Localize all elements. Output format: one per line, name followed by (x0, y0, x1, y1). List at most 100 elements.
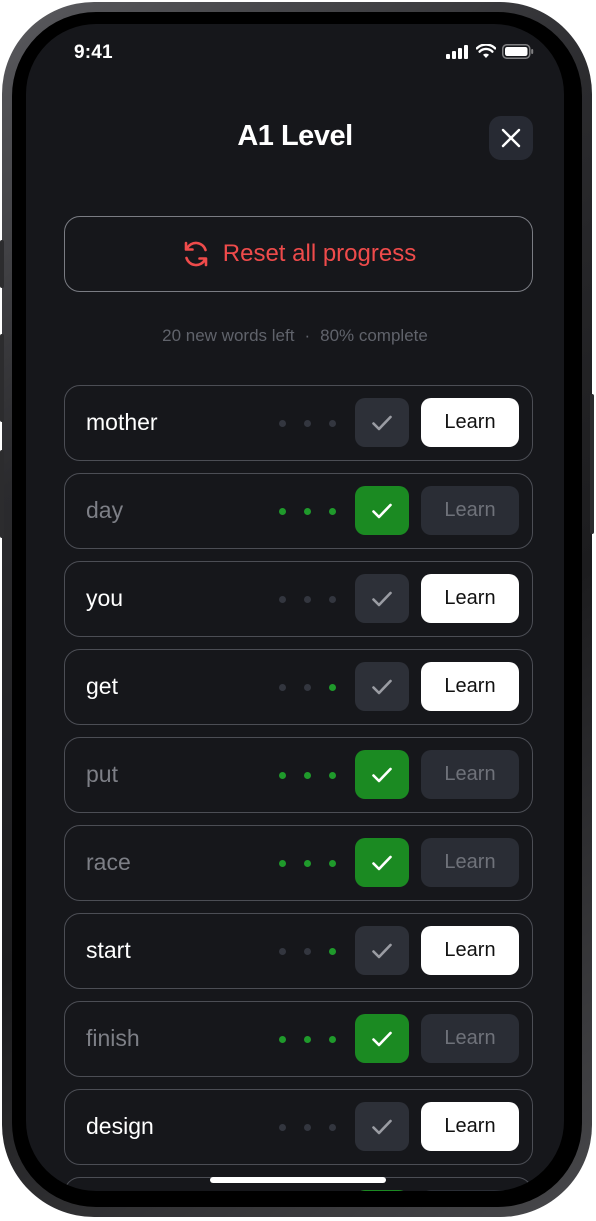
battery-icon (502, 44, 534, 59)
percent-complete-text: 80% complete (320, 326, 428, 345)
progress-dot (304, 948, 311, 955)
progress-dot (304, 772, 311, 779)
progress-dots (279, 860, 336, 867)
learn-button[interactable]: Learn (421, 574, 519, 623)
progress-dots (279, 508, 336, 515)
progress-dots (279, 684, 336, 691)
progress-dot (329, 948, 336, 955)
progress-dots (279, 596, 336, 603)
progress-dot (329, 420, 336, 427)
known-check-button[interactable] (355, 574, 409, 623)
progress-dot (304, 860, 311, 867)
list-item: race Learn (64, 825, 533, 901)
progress-dot (329, 684, 336, 691)
list-item: put Learn (64, 737, 533, 813)
progress-dot (329, 508, 336, 515)
progress-dot (304, 684, 311, 691)
progress-dot (329, 860, 336, 867)
known-check-button[interactable] (355, 1102, 409, 1151)
close-button[interactable] (489, 116, 533, 160)
known-check-button[interactable] (355, 838, 409, 887)
word-text: race (86, 849, 131, 875)
status-time: 9:41 (74, 42, 113, 63)
progress-dot (329, 1036, 336, 1043)
power-button (590, 394, 594, 534)
learn-button[interactable]: Learn (421, 662, 519, 711)
action-button (0, 240, 4, 288)
home-indicator[interactable] (210, 1177, 386, 1183)
progress-summary: 20 new words left · 80% complete (26, 326, 564, 346)
progress-dot (279, 684, 286, 691)
progress-dots (279, 772, 336, 779)
learn-button[interactable]: Learn (421, 1014, 519, 1063)
check-icon (372, 1119, 392, 1134)
volume-up-button (0, 334, 4, 422)
progress-dot (329, 772, 336, 779)
check-icon (372, 943, 392, 958)
progress-dot (329, 1124, 336, 1131)
check-icon (372, 679, 392, 694)
known-check-button[interactable] (355, 486, 409, 535)
word-text: design (86, 1113, 154, 1139)
learn-button[interactable] (421, 1190, 519, 1191)
known-check-button[interactable] (355, 662, 409, 711)
app-screen: 9:41 A1 Level Reset all progress 20 new … (26, 24, 564, 1191)
progress-dot (279, 948, 286, 955)
progress-dots (279, 948, 336, 955)
list-item: finish Learn (64, 1001, 533, 1077)
progress-dot (279, 1036, 286, 1043)
known-check-button[interactable] (355, 1190, 409, 1191)
close-icon (501, 128, 521, 148)
word-text: mother (86, 409, 158, 435)
page-title: A1 Level (237, 120, 353, 152)
reset-progress-label: Reset all progress (222, 240, 417, 267)
learn-button[interactable]: Learn (421, 398, 519, 447)
check-icon (372, 591, 392, 606)
wifi-icon (476, 44, 496, 58)
learn-button[interactable]: Learn (421, 838, 519, 887)
word-text: put (86, 761, 118, 787)
check-icon (372, 1031, 392, 1046)
list-item: get Learn (64, 649, 533, 725)
learn-button[interactable]: Learn (421, 750, 519, 799)
word-text: day (86, 497, 124, 523)
status-icons (446, 44, 534, 59)
progress-dot (279, 772, 286, 779)
list-item: you Learn (64, 561, 533, 637)
summary-separator: · (304, 326, 311, 345)
check-icon (372, 767, 392, 782)
progress-dot (304, 508, 311, 515)
refresh-icon (184, 241, 208, 267)
known-check-button[interactable] (355, 926, 409, 975)
check-icon (372, 415, 392, 430)
list-item: design Learn (64, 1089, 533, 1165)
progress-dot (279, 420, 286, 427)
check-icon (372, 855, 392, 870)
volume-down-button (0, 450, 4, 538)
progress-dot (279, 1124, 286, 1131)
known-check-button[interactable] (355, 750, 409, 799)
progress-dots (279, 420, 336, 427)
learn-button[interactable]: Learn (421, 926, 519, 975)
known-check-button[interactable] (355, 398, 409, 447)
status-bar: 9:41 (26, 24, 564, 84)
progress-dot (304, 1124, 311, 1131)
word-text: finish (86, 1025, 140, 1051)
progress-dots (279, 1036, 336, 1043)
list-item: mother Learn (64, 385, 533, 461)
words-left-text: 20 new words left (162, 326, 295, 345)
progress-dot (279, 508, 286, 515)
progress-dot (304, 420, 311, 427)
learn-button[interactable]: Learn (421, 1102, 519, 1151)
progress-dot (304, 596, 311, 603)
learn-button[interactable]: Learn (421, 486, 519, 535)
reset-progress-button[interactable]: Reset all progress (64, 216, 533, 292)
known-check-button[interactable] (355, 1014, 409, 1063)
word-text: start (86, 937, 131, 963)
progress-dots (279, 1124, 336, 1131)
list-item: day Learn (64, 473, 533, 549)
progress-dot (329, 596, 336, 603)
word-list: mother Learn day Learn you Learn get Learn put Le… (64, 385, 533, 1177)
progress-dot (304, 1036, 311, 1043)
word-text: get (86, 673, 118, 699)
